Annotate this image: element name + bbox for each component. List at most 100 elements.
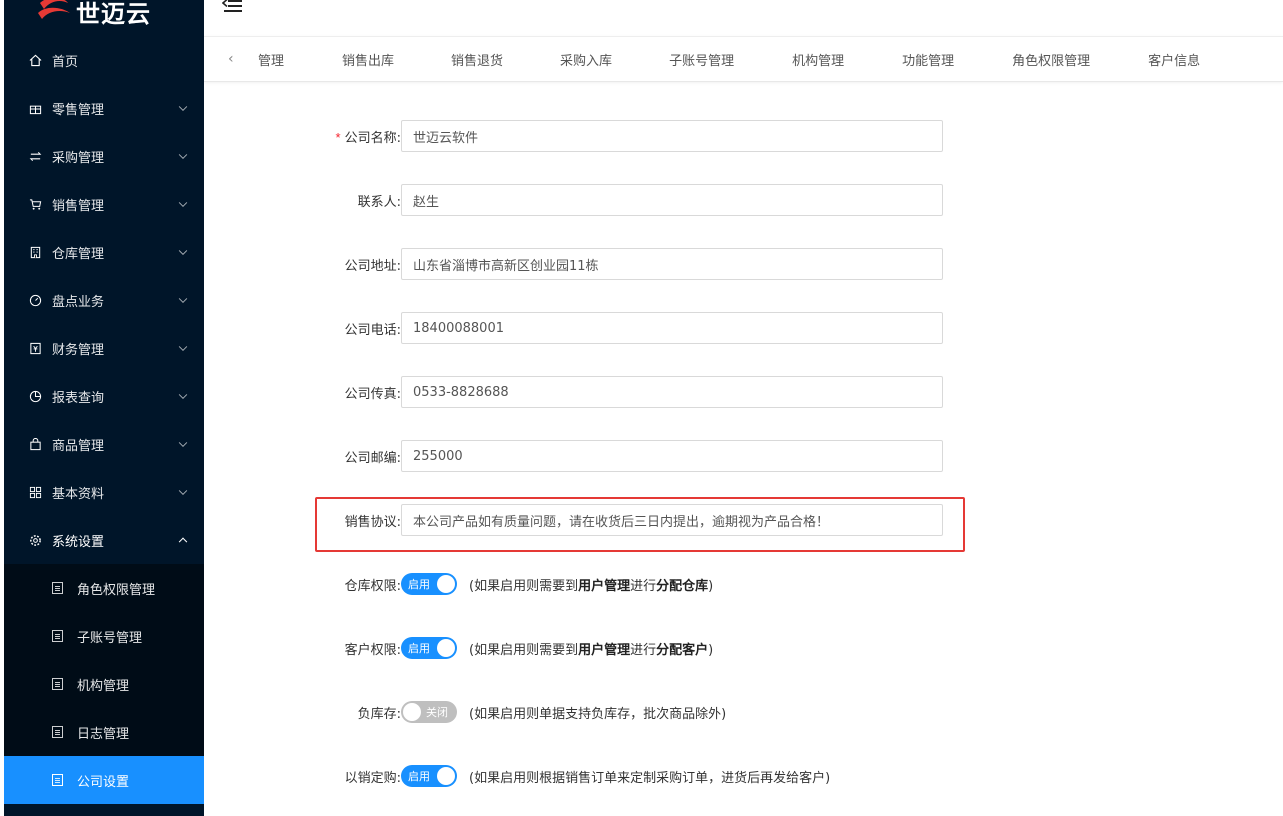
appstore-icon — [28, 485, 42, 499]
negative-stock-switch[interactable]: 关闭 — [401, 701, 457, 723]
customer-permission-switch[interactable]: 启用 — [401, 637, 457, 659]
chevron-down-icon — [178, 150, 188, 160]
menu-item-label: 基本资料 — [52, 486, 105, 502]
postcode-label: 公司邮编: — [344, 450, 401, 466]
chevron-down-icon — [178, 342, 188, 352]
file-text-icon — [52, 582, 63, 594]
hint-text: (如果启用则需要到 — [469, 642, 579, 658]
submenu-item-label: 子账号管理 — [77, 630, 143, 646]
tab-organizations[interactable]: 机构管理 — [792, 50, 844, 69]
menu-item-purchase[interactable]: 采购管理 — [4, 132, 204, 180]
form-row-postcode: 公司邮编: 255000 — [204, 440, 943, 472]
chevron-up-icon — [178, 537, 188, 547]
required-mark: * — [335, 129, 341, 145]
form-row-customer-permission: 客户权限: 启用 (如果启用则需要到用户管理进行分配客户) — [204, 632, 713, 664]
chevron-down-icon — [178, 486, 188, 496]
company-name-input[interactable]: 世迈云软件 — [401, 120, 943, 152]
sales-to-purchase-switch[interactable]: 启用 — [401, 765, 457, 787]
menu-item-label: 采购管理 — [52, 150, 105, 166]
menu-item-basic-data[interactable]: 基本资料 — [4, 468, 204, 516]
submenu-item-organizations[interactable]: 机构管理 — [4, 660, 204, 708]
submenu-item-company-settings[interactable]: 公司设置 — [4, 756, 204, 804]
fax-label: 公司传真: — [344, 386, 401, 402]
customer-permission-hint: (如果启用则需要到用户管理进行分配客户) — [469, 639, 713, 658]
menu-item-finance[interactable]: 财务管理 — [4, 324, 204, 372]
hint-text: (如果启用则需要到 — [469, 578, 579, 594]
menu-item-reports[interactable]: 报表查询 — [4, 372, 204, 420]
dashboard-icon — [28, 293, 42, 307]
submenu-item-label: 机构管理 — [77, 678, 130, 694]
account-book-icon — [28, 341, 42, 355]
tab-sales-out[interactable]: 销售出库 — [342, 50, 394, 69]
hint-text: 进行 — [630, 642, 657, 658]
sales-to-purchase-hint: (如果启用则根据销售订单来定制采购订单，进货后再发给客户) — [469, 770, 831, 786]
gift-icon — [28, 101, 42, 115]
menu-item-home[interactable]: 首页 — [4, 36, 204, 84]
sales-agreement-label: 销售协议: — [344, 514, 401, 530]
menu-item-system-settings[interactable]: 系统设置 — [4, 516, 204, 564]
swap-icon — [28, 149, 42, 163]
menu-item-label: 系统设置 — [52, 534, 105, 550]
warehouse-permission-switch[interactable]: 启用 — [401, 573, 457, 595]
menu-item-label: 仓库管理 — [52, 246, 105, 262]
phone-input[interactable]: 18400088001 — [401, 312, 943, 344]
hint-bold-text: 用户管理 — [578, 578, 631, 594]
submenu-item-role-permissions[interactable]: 角色权限管理 — [4, 564, 204, 612]
chevron-down-icon — [178, 438, 188, 448]
switch-knob — [403, 703, 421, 721]
postcode-input[interactable]: 255000 — [401, 440, 943, 472]
switch-knob — [437, 575, 455, 593]
contact-input[interactable]: 赵生 — [401, 184, 943, 216]
hint-bold-text: 用户管理 — [578, 642, 631, 658]
menu-item-products[interactable]: 商品管理 — [4, 420, 204, 468]
hint-bold-text: 分配仓库 — [656, 578, 709, 594]
tab-role-permissions[interactable]: 角色权限管理 — [1012, 50, 1090, 69]
form-row-address: 公司地址: 山东省淄博市高新区创业园11栋 — [204, 248, 943, 280]
switch-label: 启用 — [408, 770, 430, 783]
tab-sales-return[interactable]: 销售退货 — [451, 50, 503, 69]
hint-bold-text: 分配客户 — [656, 642, 709, 658]
sales-agreement-input[interactable]: 本公司产品如有质量问题，请在收货后三日内提出，逾期视为产品合格！ — [401, 504, 943, 536]
address-input[interactable]: 山东省淄博市高新区创业园11栋 — [401, 248, 943, 280]
menu-item-label: 盘点业务 — [52, 294, 105, 310]
pie-chart-icon — [28, 389, 42, 403]
form-row-phone: 公司电话: 18400088001 — [204, 312, 943, 344]
negative-stock-hint: (如果启用则单据支持负库存，批次商品除外) — [469, 706, 727, 722]
switch-knob — [437, 767, 455, 785]
tab-manage[interactable]: 管理 — [258, 50, 284, 69]
tab-customers[interactable]: 客户信息 — [1148, 50, 1200, 69]
submenu-item-sub-accounts[interactable]: 子账号管理 — [4, 612, 204, 660]
submenu-item-logs[interactable]: 日志管理 — [4, 708, 204, 756]
home-icon — [28, 53, 42, 67]
top-header — [204, 0, 1283, 36]
chevron-down-icon — [178, 102, 188, 112]
logo[interactable]: 世迈云 — [4, 0, 204, 36]
menu-item-label: 零售管理 — [52, 102, 105, 118]
sidebar: 世迈云 首页 零售管理 采购管理 销售管理 仓库管理 盘点业务 财务管理 报表查… — [4, 0, 204, 816]
tab-sub-accounts[interactable]: 子账号管理 — [669, 50, 734, 69]
tab-functions[interactable]: 功能管理 — [902, 50, 954, 69]
form-row-sales-to-purchase: 以销定购: 启用 (如果启用则根据销售订单来定制采购订单，进货后再发给客户) — [204, 760, 830, 792]
contact-label: 联系人: — [357, 194, 401, 210]
tabs-bar: ‹ 管理 销售出库 销售退货 采购入库 子账号管理 机构管理 功能管理 角色权限… — [204, 36, 1283, 82]
setting-icon — [28, 533, 42, 547]
menu-item-label: 首页 — [52, 54, 79, 70]
menu-item-retail[interactable]: 零售管理 — [4, 84, 204, 132]
shopping-bag-icon — [28, 437, 42, 451]
tab-purchase-in[interactable]: 采购入库 — [560, 50, 612, 69]
submenu-item-label: 角色权限管理 — [77, 582, 156, 598]
file-text-icon — [52, 774, 63, 786]
menu-item-sales[interactable]: 销售管理 — [4, 180, 204, 228]
form-row-negative-stock: 负库存: 关闭 (如果启用则单据支持负库存，批次商品除外) — [204, 696, 726, 728]
fax-input[interactable]: 0533-8828688 — [401, 376, 943, 408]
menu-item-warehouse[interactable]: 仓库管理 — [4, 228, 204, 276]
menu-item-inventory-check[interactable]: 盘点业务 — [4, 276, 204, 324]
menu-fold-icon[interactable] — [222, 0, 244, 18]
chevron-left-icon[interactable]: ‹ — [228, 51, 256, 67]
chevron-down-icon — [178, 198, 188, 208]
company-name-label: 公司名称: — [344, 130, 401, 146]
system-settings-submenu: 角色权限管理 子账号管理 机构管理 日志管理 公司设置 — [4, 564, 204, 804]
sales-to-purchase-label: 以销定购: — [344, 770, 401, 786]
switch-knob — [437, 639, 455, 657]
menu-item-label: 商品管理 — [52, 438, 105, 454]
